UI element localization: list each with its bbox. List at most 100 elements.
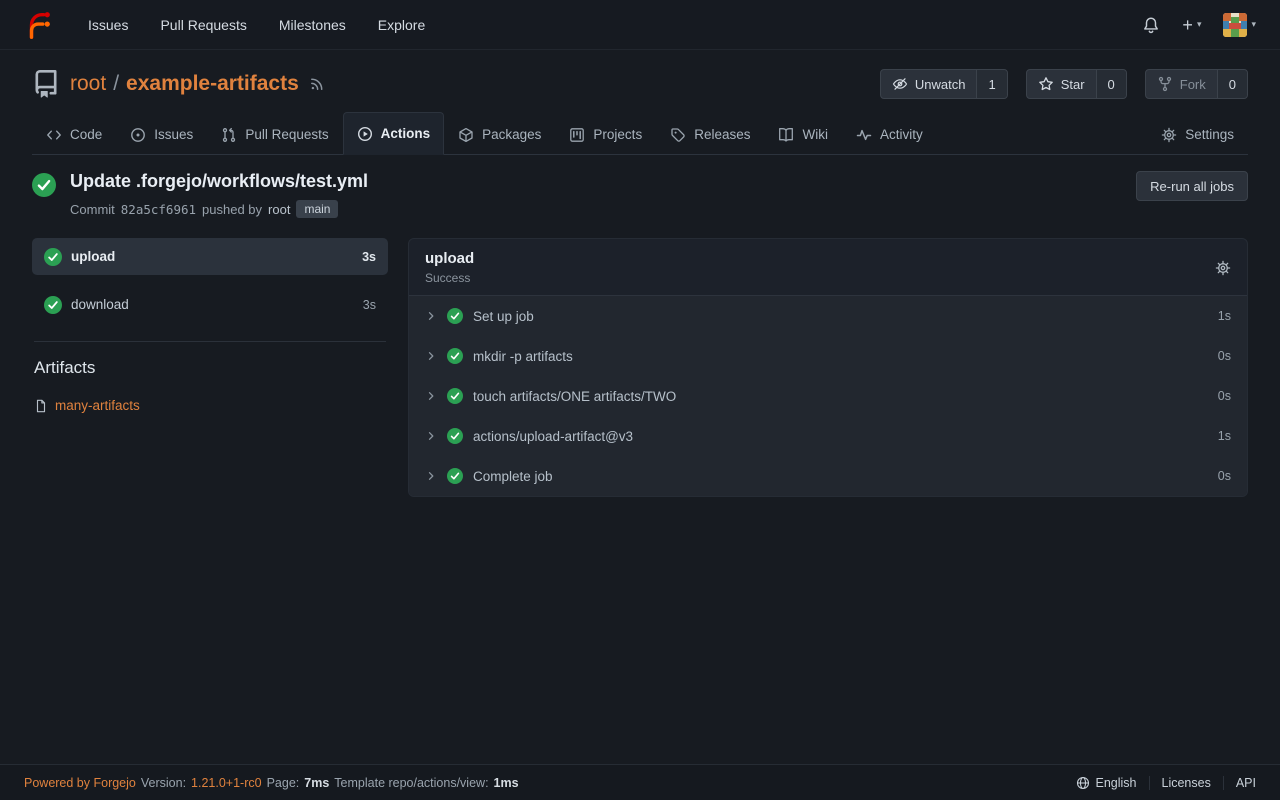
- artifact-item[interactable]: many-artifacts: [32, 398, 388, 413]
- step-row-setup-job[interactable]: Set up job 1s: [409, 296, 1247, 336]
- job-name: download: [71, 297, 129, 312]
- page-time-value: 7ms: [304, 776, 329, 790]
- artifacts-heading: Artifacts: [32, 358, 388, 378]
- tab-label: Actions: [381, 126, 431, 141]
- success-check-icon: [447, 468, 463, 484]
- tab-label: Pull Requests: [245, 127, 328, 142]
- user-menu[interactable]: ▾: [1223, 13, 1256, 37]
- watch-button-group: Unwatch 1: [880, 69, 1008, 99]
- job-steps-list: Set up job 1s mkdir -p artifacts 0s touc…: [409, 295, 1247, 496]
- template-time-label: Template repo/actions/view:: [334, 776, 488, 790]
- tab-issues[interactable]: Issues: [116, 113, 207, 155]
- template-time-value: 1ms: [494, 776, 519, 790]
- step-duration: 1s: [1218, 429, 1231, 443]
- success-check-icon: [44, 248, 62, 266]
- nav-milestones[interactable]: Milestones: [263, 0, 362, 50]
- tab-label: Settings: [1185, 127, 1234, 142]
- tab-pull-requests[interactable]: Pull Requests: [207, 113, 342, 155]
- star-icon: [1038, 76, 1054, 92]
- divider: [1223, 776, 1224, 790]
- version-label: Version:: [141, 776, 186, 790]
- tab-settings[interactable]: Settings: [1147, 113, 1248, 155]
- step-duration: 1s: [1218, 309, 1231, 323]
- licenses-link[interactable]: Licenses: [1162, 776, 1211, 790]
- issue-circle-icon: [130, 127, 146, 143]
- tab-activity[interactable]: Activity: [842, 113, 937, 155]
- success-check-icon: [44, 296, 62, 314]
- step-duration: 0s: [1218, 469, 1231, 483]
- step-row-touch[interactable]: touch artifacts/ONE artifacts/TWO 0s: [409, 376, 1247, 416]
- project-board-icon: [569, 127, 585, 143]
- step-row-complete-job[interactable]: Complete job 0s: [409, 456, 1247, 496]
- notifications-button[interactable]: [1142, 16, 1160, 34]
- pulse-icon: [856, 127, 872, 143]
- pushed-by-label: pushed by: [202, 202, 262, 217]
- step-name: actions/upload-artifact@v3: [473, 429, 633, 444]
- repo-owner-link[interactable]: root: [70, 72, 106, 96]
- commit-sha-link[interactable]: 82a5cf6961: [121, 202, 196, 217]
- tab-label: Projects: [593, 127, 642, 142]
- forgejo-logo-icon: [24, 10, 54, 40]
- job-detail-title: upload: [425, 250, 474, 267]
- bell-icon: [1142, 16, 1160, 34]
- nav-pull-requests[interactable]: Pull Requests: [144, 0, 262, 50]
- unwatch-button[interactable]: Unwatch: [881, 70, 977, 98]
- author-link[interactable]: root: [268, 202, 290, 217]
- job-name: upload: [71, 249, 115, 264]
- globe-icon: [1076, 776, 1090, 790]
- rss-icon[interactable]: [309, 76, 325, 92]
- job-duration: 3s: [363, 298, 376, 312]
- tab-code[interactable]: Code: [32, 113, 116, 155]
- jobs-sidebar: upload 3s download 3s Artifacts many-art…: [32, 238, 388, 497]
- fork-label: Fork: [1180, 77, 1206, 92]
- nav-issues[interactable]: Issues: [72, 0, 144, 50]
- job-options-gear-icon[interactable]: [1215, 260, 1231, 276]
- tab-label: Packages: [482, 127, 541, 142]
- powered-by-link[interactable]: Powered by Forgejo: [24, 776, 136, 790]
- stars-count[interactable]: 0: [1096, 70, 1126, 98]
- job-item-download[interactable]: download 3s: [32, 286, 388, 323]
- job-detail-titles: upload Success: [425, 250, 474, 285]
- step-row-upload-artifact[interactable]: actions/upload-artifact@v3 1s: [409, 416, 1247, 456]
- success-check-icon: [32, 173, 56, 197]
- step-name: touch artifacts/ONE artifacts/TWO: [473, 389, 676, 404]
- plus-icon: +: [1182, 16, 1193, 34]
- star-button[interactable]: Star: [1027, 70, 1096, 98]
- footer: Powered by Forgejo Version: 1.21.0+1-rc0…: [0, 764, 1280, 800]
- repo-name-link[interactable]: example-artifacts: [126, 72, 299, 96]
- step-name: mkdir -p artifacts: [473, 349, 573, 364]
- forks-count[interactable]: 0: [1217, 70, 1247, 98]
- repo-header: root / example-artifacts Unwatch 1: [0, 50, 1280, 155]
- play-circle-icon: [357, 126, 373, 142]
- create-new-menu[interactable]: + ▾: [1182, 16, 1201, 34]
- nav-explore[interactable]: Explore: [362, 0, 441, 50]
- avatar: [1223, 13, 1247, 37]
- api-link[interactable]: API: [1236, 776, 1256, 790]
- tab-actions[interactable]: Actions: [343, 112, 445, 155]
- artifact-download-link[interactable]: many-artifacts: [55, 398, 140, 413]
- branch-badge[interactable]: main: [296, 200, 338, 218]
- watchers-count[interactable]: 1: [976, 70, 1006, 98]
- forgejo-logo[interactable]: [24, 10, 54, 40]
- version-link[interactable]: 1.21.0+1-rc0: [191, 776, 262, 790]
- success-check-icon: [447, 348, 463, 364]
- chevron-right-icon: [425, 470, 437, 482]
- tab-packages[interactable]: Packages: [444, 113, 555, 155]
- run-body: upload 3s download 3s Artifacts many-art…: [32, 238, 1248, 497]
- tab-label: Wiki: [802, 127, 828, 142]
- rerun-all-jobs-button[interactable]: Re-run all jobs: [1136, 171, 1248, 201]
- repo-icon: [32, 70, 60, 98]
- fork-button[interactable]: Fork: [1146, 70, 1217, 98]
- step-name: Complete job: [473, 469, 553, 484]
- repo-separator: /: [113, 72, 119, 96]
- tab-wiki[interactable]: Wiki: [764, 113, 842, 155]
- tab-projects[interactable]: Projects: [555, 113, 656, 155]
- repo-title-row: root / example-artifacts Unwatch 1: [32, 66, 1248, 102]
- eye-off-icon: [892, 76, 908, 92]
- language-selector[interactable]: English: [1076, 776, 1137, 790]
- fork-icon: [1157, 76, 1173, 92]
- tab-releases[interactable]: Releases: [656, 113, 764, 155]
- chevron-right-icon: [425, 430, 437, 442]
- step-row-mkdir[interactable]: mkdir -p artifacts 0s: [409, 336, 1247, 376]
- job-item-upload[interactable]: upload 3s: [32, 238, 388, 275]
